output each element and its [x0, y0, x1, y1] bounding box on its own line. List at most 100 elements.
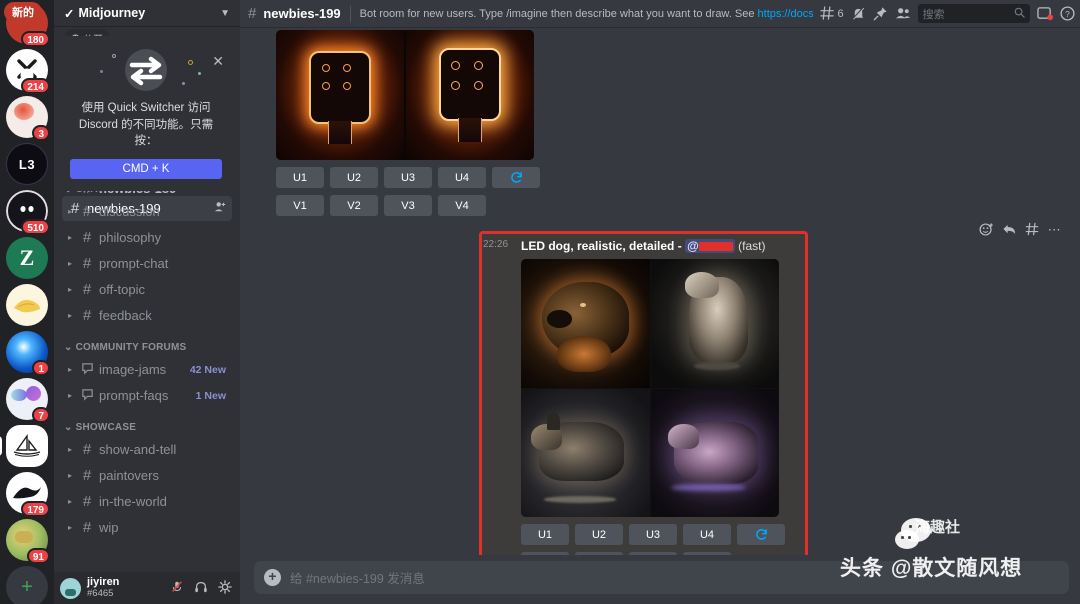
v3-button[interactable]: V3 [384, 195, 432, 216]
redacted-username [698, 242, 733, 251]
channel-name: discussion [99, 204, 160, 219]
avatar[interactable] [60, 577, 81, 599]
v4-button[interactable]: V4 [683, 552, 731, 555]
u1-button[interactable]: U1 [521, 524, 569, 545]
plus-icon: + [6, 566, 48, 604]
chevron-down-icon[interactable]: ▼ [220, 8, 230, 19]
u3-button[interactable]: U3 [629, 524, 677, 545]
v2-button[interactable]: V2 [575, 552, 623, 555]
guild-header[interactable]: ✓ Midjourney ▼ [54, 0, 240, 26]
reroll-button[interactable] [492, 167, 540, 188]
server-badge: 1 [32, 360, 50, 376]
inbox-icon[interactable] [1036, 6, 1053, 21]
more-icon[interactable]: ⋯ [1048, 222, 1061, 240]
caret-right-icon: ▸ [68, 207, 73, 216]
watermark-wechat-name: 海趣社 [915, 519, 961, 536]
u4-button[interactable]: U4 [683, 524, 731, 545]
mention-prefix: @ [687, 239, 699, 253]
attachment-grid-4[interactable] [521, 259, 779, 517]
selected-server-pill [0, 436, 2, 456]
generated-image-4[interactable] [650, 388, 779, 517]
quick-switcher-card: ✕ 使用 Quick Switcher 访问 Discord 的不同功能。只需按… [60, 36, 232, 192]
message-hover-toolbar[interactable]: ⋯ [979, 222, 1061, 240]
reply-icon[interactable] [1002, 222, 1017, 240]
bell-muted-icon[interactable] [851, 6, 866, 21]
message-prompt-line: LED dog, realistic, detailed - @ (fast) [521, 239, 804, 253]
sidebar-item-discussion[interactable]: ▸ # discussion [62, 199, 232, 224]
thread-icon[interactable] [1025, 222, 1040, 240]
sidebar-item-in-the-world[interactable]: ▸ # in-the-world [62, 489, 232, 514]
quick-switcher-shortcut-button[interactable]: CMD + K [70, 159, 222, 180]
sidebar-item-off-topic[interactable]: ▸ # off-topic [62, 277, 232, 302]
sidebar-item-paintovers[interactable]: ▸ # paintovers [62, 463, 232, 488]
generated-image[interactable] [276, 30, 404, 160]
v3-button[interactable]: V3 [629, 552, 677, 555]
u2-button[interactable]: U2 [575, 524, 623, 545]
reroll-button[interactable] [737, 524, 785, 545]
server-icon-z[interactable]: Z [6, 237, 48, 279]
category-showcase[interactable]: ⌄ SHOWCASE [54, 408, 240, 436]
gear-icon[interactable] [216, 579, 234, 597]
server-badge: 214 [21, 78, 50, 94]
u3-button[interactable]: U3 [384, 167, 432, 188]
caret-right-icon: ▸ [68, 471, 73, 480]
server-icon-bird[interactable] [6, 284, 48, 326]
sidebar-item-philosophy[interactable]: ▸ # philosophy [62, 225, 232, 250]
u4-button[interactable]: U4 [438, 167, 486, 188]
add-attachment-icon[interactable]: + [264, 569, 281, 586]
server-rail[interactable]: 180 214 3 L3 510 Z 1 7 179 91 + [0, 0, 54, 604]
generated-image-3[interactable] [521, 388, 650, 517]
server-icon-blue[interactable]: 1 [6, 331, 50, 376]
u1-button[interactable]: U1 [276, 167, 324, 188]
add-reaction-icon[interactable] [979, 222, 994, 240]
sidebar-item-prompt-faqs[interactable]: ▸ prompt-faqs 1 New [62, 383, 232, 408]
channel-name: image-jams [99, 362, 167, 377]
v1-button[interactable]: V1 [276, 195, 324, 216]
server-icon-peach[interactable]: 3 [6, 96, 50, 141]
sidebar-item-prompt-chat[interactable]: ▸ # prompt-chat [62, 251, 232, 276]
help-icon[interactable]: ? [1060, 6, 1075, 21]
generated-image[interactable] [406, 30, 534, 160]
dash: - [677, 239, 682, 253]
server-icon-gradient[interactable]: 7 [6, 378, 50, 423]
server-icon-midjourney[interactable] [0, 425, 48, 467]
add-server-button[interactable]: + [6, 566, 48, 604]
message-highlighted: 22:26 LED dog, realistic, detailed - @ (… [483, 235, 804, 555]
hash-icon: # [82, 467, 92, 484]
topic-link[interactable]: https://docs.m... [758, 8, 814, 20]
sidebar-item-wip[interactable]: ▸ # wip [62, 515, 232, 540]
sidebar-item-feedback[interactable]: ▸ # feedback [62, 303, 232, 328]
v1-button[interactable]: V1 [521, 552, 569, 555]
server-icon-x[interactable]: 214 [6, 49, 50, 94]
v4-button[interactable]: V4 [438, 195, 486, 216]
hash-icon: # [82, 229, 92, 246]
u2-button[interactable]: U2 [330, 167, 378, 188]
user-mention[interactable]: @ [685, 239, 735, 253]
upscale-button-row: U1 U2 U3 U4 [521, 524, 804, 545]
spark-dot [112, 54, 116, 58]
verified-check-icon: ✓ [64, 6, 75, 21]
headset-icon[interactable] [192, 580, 210, 597]
server-icon-food[interactable]: 91 [6, 519, 50, 564]
unread-count: 42 New [189, 363, 226, 376]
sidebar-item-image-jams[interactable]: ▸ image-jams 42 New [62, 357, 232, 382]
server-icon-bird-dark[interactable]: 179 [6, 472, 50, 517]
server-icon-dark-face[interactable]: 510 [6, 190, 50, 235]
category-community-forums[interactable]: ⌄ COMMUNITY FORUMS [54, 328, 240, 356]
server-icon-l3[interactable]: L3 [6, 143, 48, 185]
pin-icon[interactable] [873, 6, 888, 21]
chevron-down-icon: ⌄ [64, 422, 73, 433]
channel-name: wip [99, 520, 119, 535]
channel-header: # newbies-199 Bot room for new users. Ty… [240, 0, 1080, 27]
search-input[interactable]: 搜索 [917, 4, 1030, 23]
attachment-grid-2[interactable] [276, 30, 534, 160]
members-icon[interactable] [895, 6, 911, 21]
mic-muted-icon[interactable] [168, 580, 186, 597]
caret-right-icon: ▸ [68, 259, 73, 268]
generated-image-2[interactable] [650, 259, 779, 388]
threads-icon[interactable]: 6 [820, 6, 844, 21]
sidebar-item-show-and-tell[interactable]: ▸ # show-and-tell [62, 437, 232, 462]
v2-button[interactable]: V2 [330, 195, 378, 216]
generated-image-1[interactable] [521, 259, 650, 388]
caret-right-icon: ▸ [68, 391, 73, 400]
